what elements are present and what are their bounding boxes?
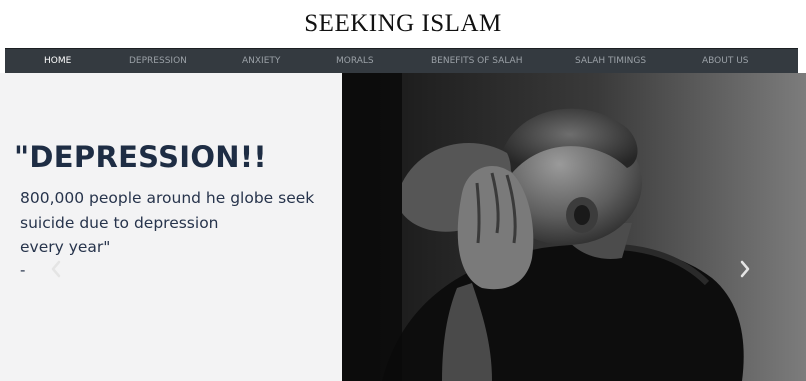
chevron-left-icon xyxy=(51,260,61,278)
hero-quote: 800,000 people around he globe seek suic… xyxy=(20,186,340,260)
hero-quote-line: every year" xyxy=(20,238,111,256)
hero-quote-line: suicide due to depression xyxy=(20,213,219,232)
carousel-next-button[interactable] xyxy=(737,259,753,279)
nav-anxiety[interactable]: ANXIETY xyxy=(242,49,280,74)
hero-carousel: "DEPRESSION!! 800,000 people around he g… xyxy=(0,73,806,381)
hero-quote-line: 800,000 people around he globe seek xyxy=(20,189,315,207)
hero-heading: "DEPRESSION!! xyxy=(14,140,267,174)
site-title: SEEKING ISLAM xyxy=(304,10,502,37)
man-holding-head-photo xyxy=(342,73,806,381)
chevron-right-icon xyxy=(740,260,750,278)
nav-home[interactable]: HOME xyxy=(44,49,71,74)
nav-about-us[interactable]: ABOUT US xyxy=(702,49,749,74)
nav-salah-timings[interactable]: SALAH TIMINGS xyxy=(575,49,646,74)
nav-depression[interactable]: DEPRESSION xyxy=(129,49,187,74)
hero-attribution-dash: - xyxy=(20,261,26,279)
carousel-prev-button[interactable] xyxy=(48,259,64,279)
nav-morals[interactable]: MORALS xyxy=(336,49,374,74)
nav-benefits-of-salah[interactable]: BENEFITS OF SALAH xyxy=(431,49,523,74)
main-navbar: HOME DEPRESSION ANXIETY MORALS BENEFITS … xyxy=(5,48,798,73)
hero-caption-panel: "DEPRESSION!! 800,000 people around he g… xyxy=(0,73,342,381)
photo-illustration xyxy=(342,73,806,381)
